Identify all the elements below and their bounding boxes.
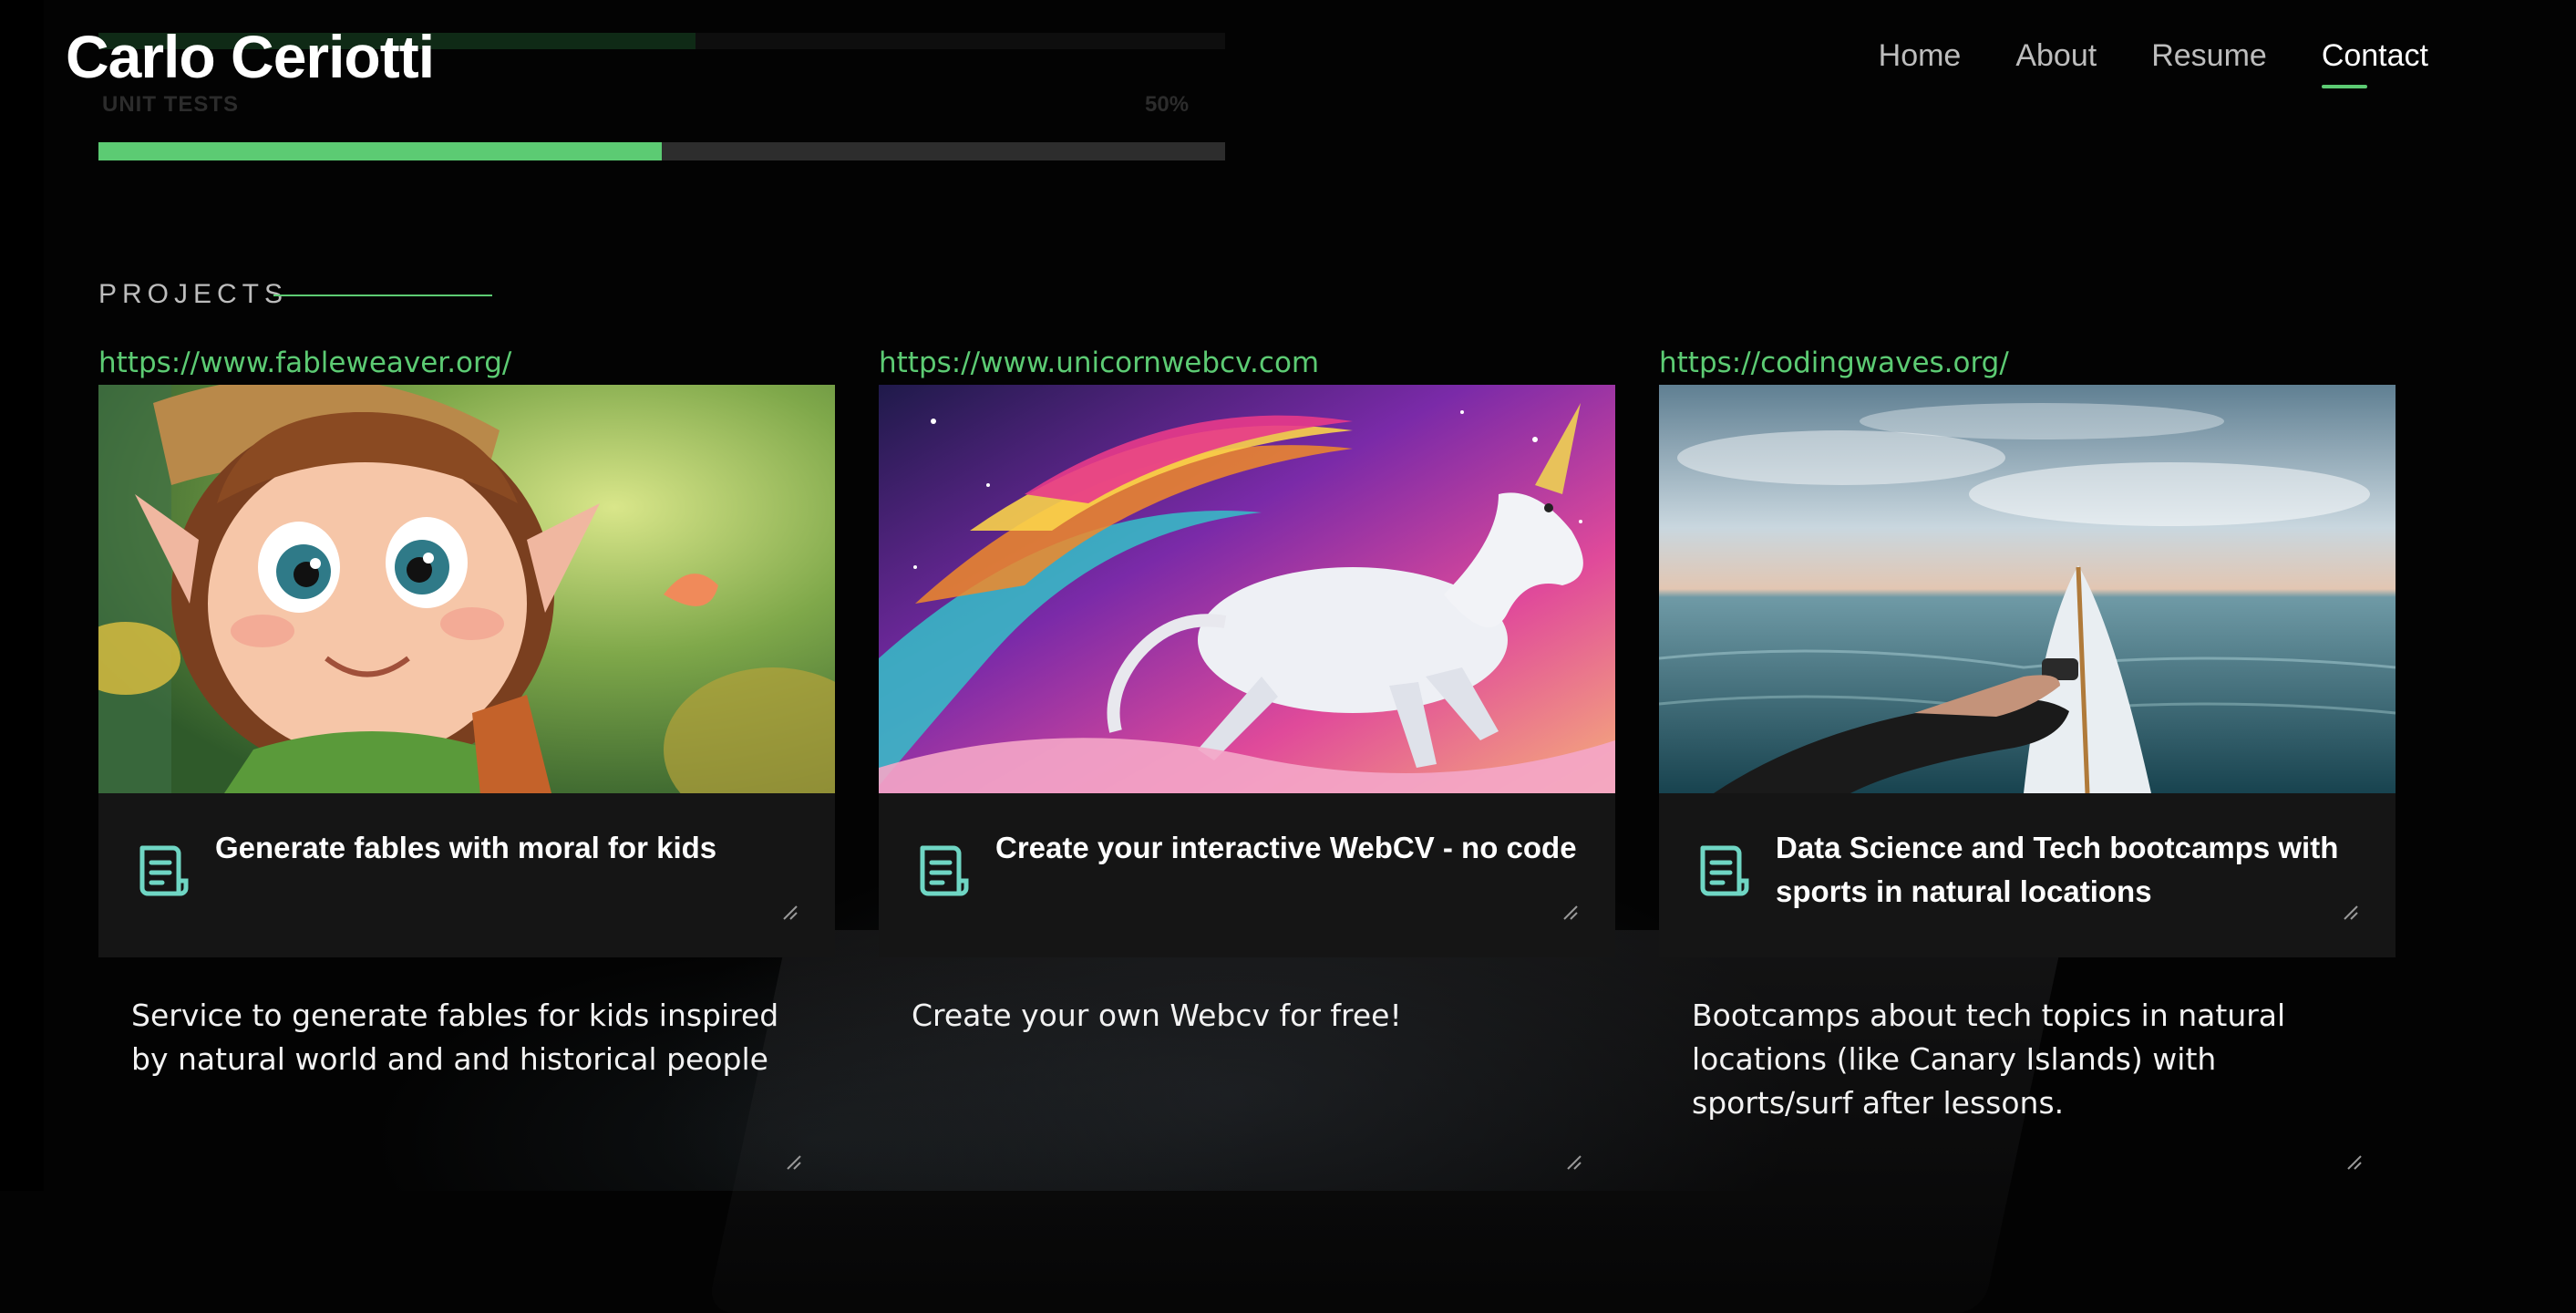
project-description: Service to generate fables for kids insp… <box>98 957 835 1176</box>
nav-home[interactable]: Home <box>1879 38 1962 74</box>
project-description: Bootcamps about tech topics in natural l… <box>1659 957 2396 1176</box>
project-url-link[interactable]: https://www.fableweaver.org/ <box>98 345 835 385</box>
project-description-text: Service to generate fables for kids insp… <box>131 998 779 1077</box>
document-icon <box>920 845 969 896</box>
nav-contact[interactable]: Contact <box>2321 38 2428 88</box>
document-icon <box>139 845 189 896</box>
project-title: Create your interactive WebCV - no code <box>995 831 1577 864</box>
project-image-elf-girl[interactable] <box>98 385 835 793</box>
resize-handle-icon[interactable] <box>1566 1154 1582 1171</box>
section-title-underline <box>273 295 492 296</box>
project-title: Data Science and Tech bootcamps with spo… <box>1776 831 2339 908</box>
main-nav: Home About Resume Contact <box>1879 38 2428 88</box>
project-card-header: Create your interactive WebCV - no code <box>879 793 1615 957</box>
project-card: https://www.fableweaver.org/ Generate fa… <box>98 345 835 1176</box>
nav-about[interactable]: About <box>2015 38 2097 74</box>
project-image-surfboard-ocean[interactable] <box>1659 385 2396 793</box>
project-card: https://codingwaves.org/ Data Science an… <box>1659 345 2396 1176</box>
resize-handle-icon[interactable] <box>2346 1154 2363 1171</box>
skill-label: UNIT TESTS <box>102 92 240 117</box>
nav-resume[interactable]: Resume <box>2151 38 2267 74</box>
resize-handle-icon[interactable] <box>2343 905 2359 921</box>
project-url-link[interactable]: https://codingwaves.org/ <box>1659 345 2396 385</box>
left-edge-strip <box>0 0 44 1191</box>
project-description-text: Bootcamps about tech topics in natural l… <box>1692 998 2286 1121</box>
project-image-unicorn[interactable] <box>879 385 1615 793</box>
resize-handle-icon[interactable] <box>782 905 799 921</box>
projects-section-title: PROJECTS <box>98 279 289 309</box>
project-url-link[interactable]: https://www.unicornwebcv.com <box>879 345 1615 385</box>
document-icon <box>1700 845 1749 896</box>
skill-bar-fill <box>98 142 662 160</box>
site-brand-logo[interactable]: Carlo Ceriotti <box>66 22 435 91</box>
project-title: Generate fables with moral for kids <box>215 831 717 864</box>
resize-handle-icon[interactable] <box>786 1154 802 1171</box>
project-description-text: Create your own Webcv for free! <box>912 998 1402 1033</box>
skill-bar-track <box>98 142 1225 160</box>
project-card-header: Generate fables with moral for kids <box>98 793 835 957</box>
skill-percent: 50% <box>1145 92 1190 117</box>
project-description: Create your own Webcv for free! <box>879 957 1615 1176</box>
project-card-header: Data Science and Tech bootcamps with spo… <box>1659 793 2396 957</box>
project-card: https://www.unicornwebcv.com Create your… <box>879 345 1615 1176</box>
resize-handle-icon[interactable] <box>1562 905 1579 921</box>
